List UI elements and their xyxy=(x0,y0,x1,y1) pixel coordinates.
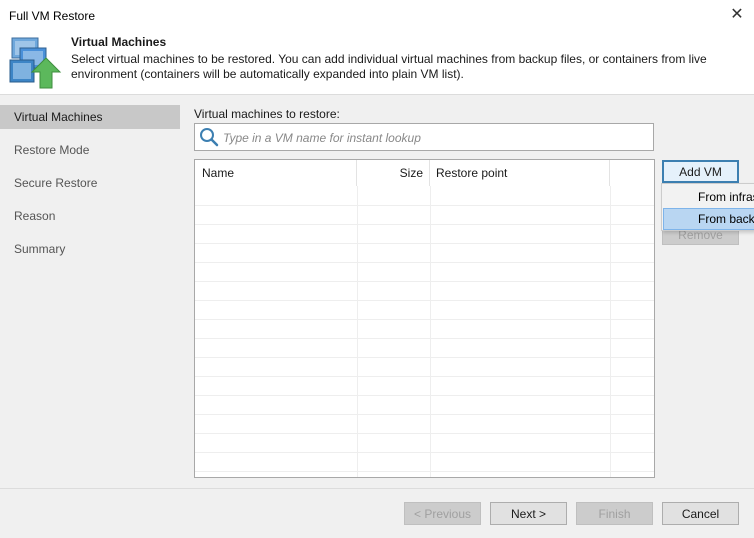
finish-button[interactable]: Finish xyxy=(576,502,653,525)
nav-item-restore-mode[interactable]: Restore Mode xyxy=(0,138,180,162)
add-vm-menu: From infras From back xyxy=(661,183,754,231)
menu-item-from-backup[interactable]: From back xyxy=(663,208,754,230)
grid-row-line xyxy=(195,452,654,453)
grid-row-line xyxy=(195,471,654,472)
grid-row-line xyxy=(195,338,654,339)
wizard-steps-nav: Virtual Machines Restore Mode Secure Res… xyxy=(0,95,180,488)
grid-column-line xyxy=(610,186,611,477)
vm-restore-logo-icon xyxy=(9,37,62,89)
grid-column-line xyxy=(430,186,431,477)
grid-row-line xyxy=(195,395,654,396)
nav-item-summary[interactable]: Summary xyxy=(0,237,180,261)
grid-column-line xyxy=(357,186,358,477)
previous-button[interactable]: < Previous xyxy=(404,502,481,525)
column-header-size[interactable]: Size xyxy=(357,160,430,186)
vm-table[interactable]: Name Size Restore point xyxy=(194,159,655,478)
grid-row-line xyxy=(195,262,654,263)
grid-row-line xyxy=(195,357,654,358)
grid-row-line xyxy=(195,243,654,244)
next-button[interactable]: Next > xyxy=(490,502,567,525)
grid-row-line xyxy=(195,224,654,225)
vms-to-restore-label: Virtual machines to restore: xyxy=(194,107,340,121)
nav-item-reason[interactable]: Reason xyxy=(0,204,180,228)
full-vm-restore-dialog: Full VM Restore ✕ Virtual Machines Selec… xyxy=(0,0,754,538)
grid-row-line xyxy=(195,205,654,206)
grid-row-line xyxy=(195,414,654,415)
search-icon xyxy=(200,128,219,147)
nav-item-virtual-machines[interactable]: Virtual Machines xyxy=(0,105,180,129)
title-bar: Full VM Restore ✕ xyxy=(0,0,754,30)
column-header-extra xyxy=(610,160,654,186)
vm-search-box[interactable] xyxy=(194,123,654,151)
window-title: Full VM Restore xyxy=(9,9,96,23)
page-description: Select virtual machines to be restored. … xyxy=(71,52,707,81)
main-panel: Virtual machines to restore: Name Size R… xyxy=(180,95,754,488)
close-icon[interactable]: ✕ xyxy=(726,4,748,26)
grid-row-line xyxy=(195,281,654,282)
cancel-button[interactable]: Cancel xyxy=(662,502,739,525)
grid-row-line xyxy=(195,433,654,434)
nav-item-secure-restore[interactable]: Secure Restore xyxy=(0,171,180,195)
page-title: Virtual Machines xyxy=(71,35,167,49)
grid-row-line xyxy=(195,300,654,301)
wizard-header: Virtual Machines Select virtual machines… xyxy=(0,30,754,95)
vm-search-input[interactable] xyxy=(221,127,645,149)
grid-row-line xyxy=(195,376,654,377)
add-vm-button[interactable]: Add VM xyxy=(662,160,739,183)
menu-item-from-infrastructure[interactable]: From infras xyxy=(663,186,754,208)
wizard-footer: < Previous Next > Finish Cancel xyxy=(0,488,754,538)
column-header-restore-point[interactable]: Restore point xyxy=(430,160,610,186)
table-header: Name Size Restore point xyxy=(195,160,654,186)
grid-row-line xyxy=(195,319,654,320)
column-header-name[interactable]: Name xyxy=(195,160,357,186)
